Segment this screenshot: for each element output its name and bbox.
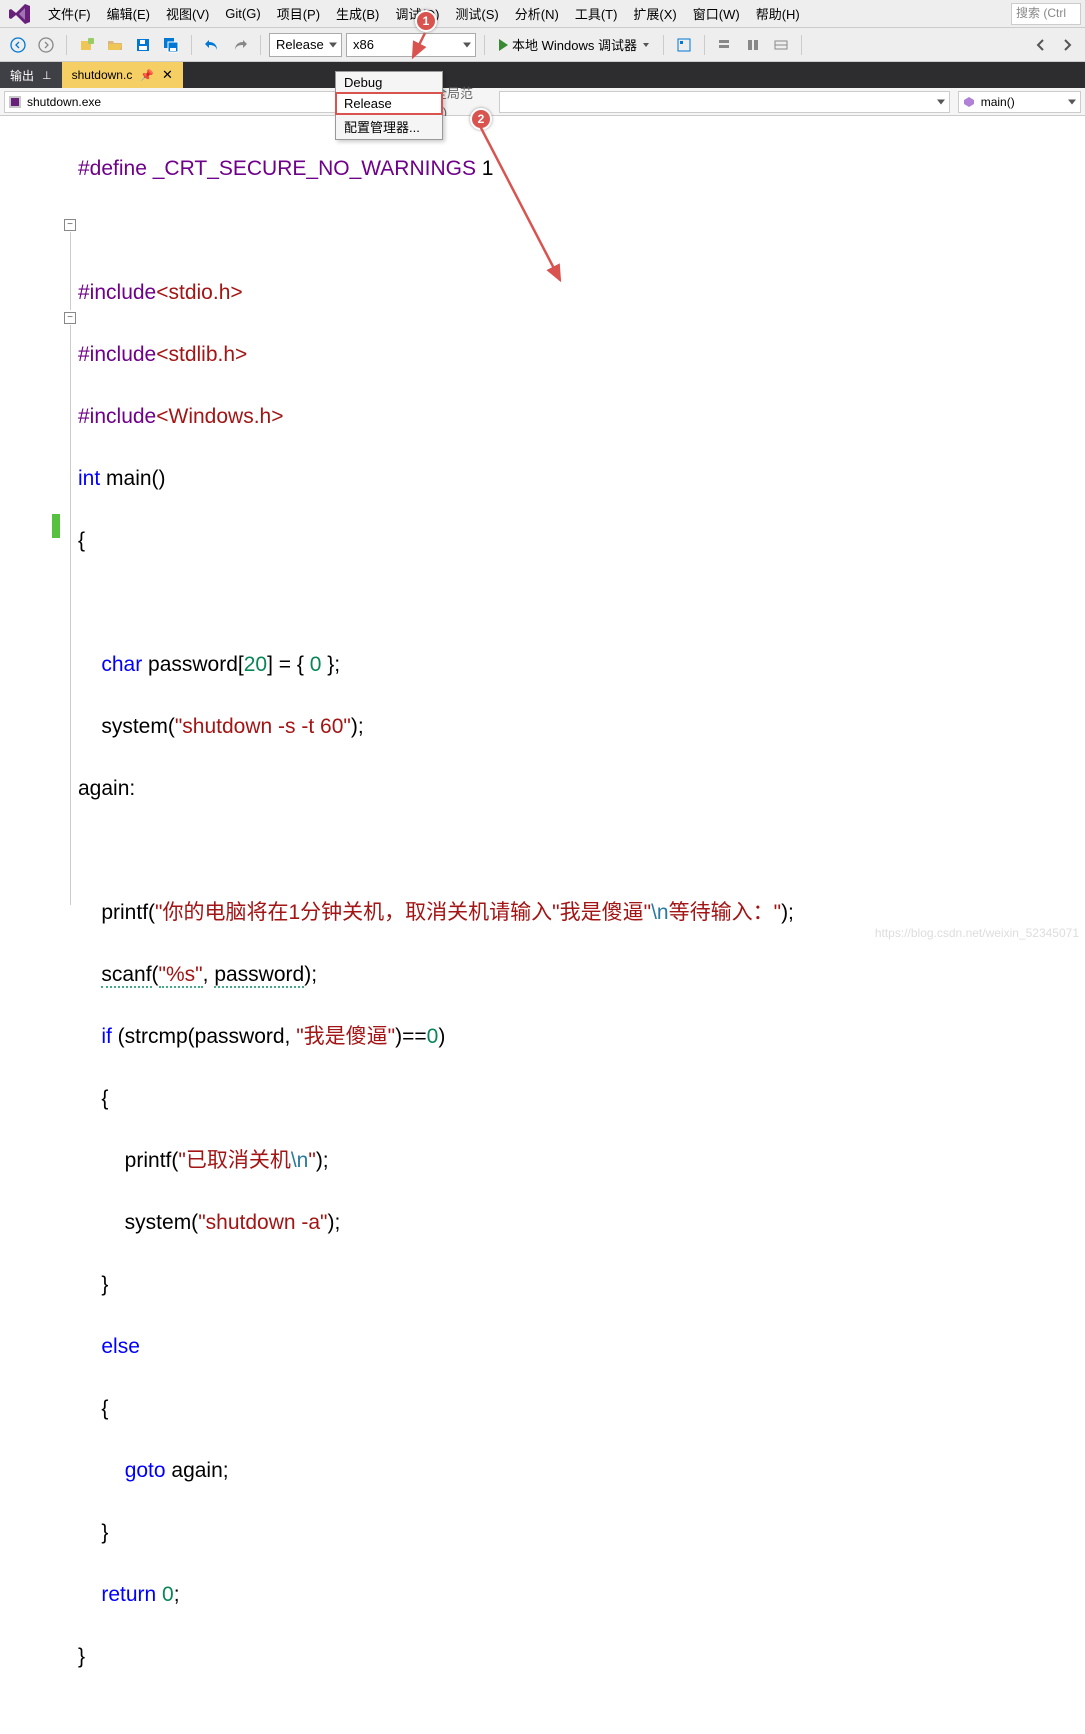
tool-icon-2[interactable]	[713, 33, 737, 57]
menu-window[interactable]: 窗口(W)	[685, 1, 748, 26]
start-debug-button[interactable]: 本地 Windows 调试器	[493, 33, 655, 57]
pin-icon[interactable]: 📌	[140, 69, 154, 82]
menu-test[interactable]: 测试(S)	[447, 1, 506, 26]
tab-output[interactable]: 输出⊥	[0, 62, 62, 88]
scope-combo[interactable]	[499, 91, 950, 113]
annotation-marker-1: 1	[415, 10, 437, 32]
dropdown-item-config-mgr[interactable]: 配置管理器...	[336, 114, 442, 139]
menu-build[interactable]: 生成(B)	[328, 1, 387, 26]
redo-icon[interactable]	[228, 33, 252, 57]
tool-icon-1[interactable]	[672, 33, 696, 57]
tab-file[interactable]: shutdown.c📌✕	[62, 62, 183, 88]
search-input[interactable]: 搜索 (Ctrl	[1011, 3, 1081, 25]
menu-edit[interactable]: 编辑(E)	[99, 1, 158, 26]
watermark: https://blog.csdn.net/weixin_52345071	[875, 926, 1079, 940]
menu-project[interactable]: 项目(P)	[269, 1, 328, 26]
close-icon[interactable]: ✕	[162, 67, 173, 83]
prev-icon[interactable]	[1029, 33, 1053, 57]
dropdown-item-release[interactable]: Release	[335, 92, 443, 115]
tool-icon-4[interactable]	[769, 33, 793, 57]
nav-fwd-icon[interactable]	[34, 33, 58, 57]
next-icon[interactable]	[1055, 33, 1079, 57]
vs-logo-icon	[8, 2, 32, 26]
nav-back-icon[interactable]	[6, 33, 30, 57]
save-icon[interactable]	[131, 33, 155, 57]
context-bar: shutdown.exe (全局范围) main()	[0, 88, 1085, 116]
outline-toggle-icon[interactable]: −	[64, 312, 76, 324]
menu-analyze[interactable]: 分析(N)	[507, 1, 567, 26]
dropdown-item-debug[interactable]: Debug	[336, 72, 442, 93]
tool-icon-3[interactable]	[741, 33, 765, 57]
annotation-marker-2: 2	[470, 108, 492, 130]
platform-combo[interactable]: x86	[346, 33, 476, 57]
document-tabs: 输出⊥ shutdown.c📌✕	[0, 62, 1085, 88]
menu-git[interactable]: Git(G)	[217, 3, 268, 24]
open-icon[interactable]	[103, 33, 127, 57]
code-editor[interactable]: − − #define _CRT_SECURE_NO_WARNINGS 1 #i…	[0, 116, 1085, 946]
menu-bar: 文件(F) 编辑(E) 视图(V) Git(G) 项目(P) 生成(B) 调试(…	[0, 0, 1085, 28]
menu-tools[interactable]: 工具(T)	[567, 1, 626, 26]
save-all-icon[interactable]	[159, 33, 183, 57]
menu-extensions[interactable]: 扩展(X)	[625, 1, 684, 26]
member-combo[interactable]: main()	[958, 91, 1081, 113]
menu-view[interactable]: 视图(V)	[158, 1, 217, 26]
menu-help[interactable]: 帮助(H)	[748, 1, 808, 26]
undo-icon[interactable]	[200, 33, 224, 57]
toolbar: Release x86 本地 Windows 调试器	[0, 28, 1085, 62]
editor-gutter: − −	[0, 116, 78, 946]
config-dropdown: Debug Release 配置管理器...	[335, 71, 443, 140]
outline-toggle-icon[interactable]: −	[64, 219, 76, 231]
config-combo[interactable]: Release	[269, 33, 342, 57]
pin-icon[interactable]: ⊥	[42, 69, 52, 82]
menu-file[interactable]: 文件(F)	[40, 1, 99, 26]
new-project-icon[interactable]	[75, 33, 99, 57]
